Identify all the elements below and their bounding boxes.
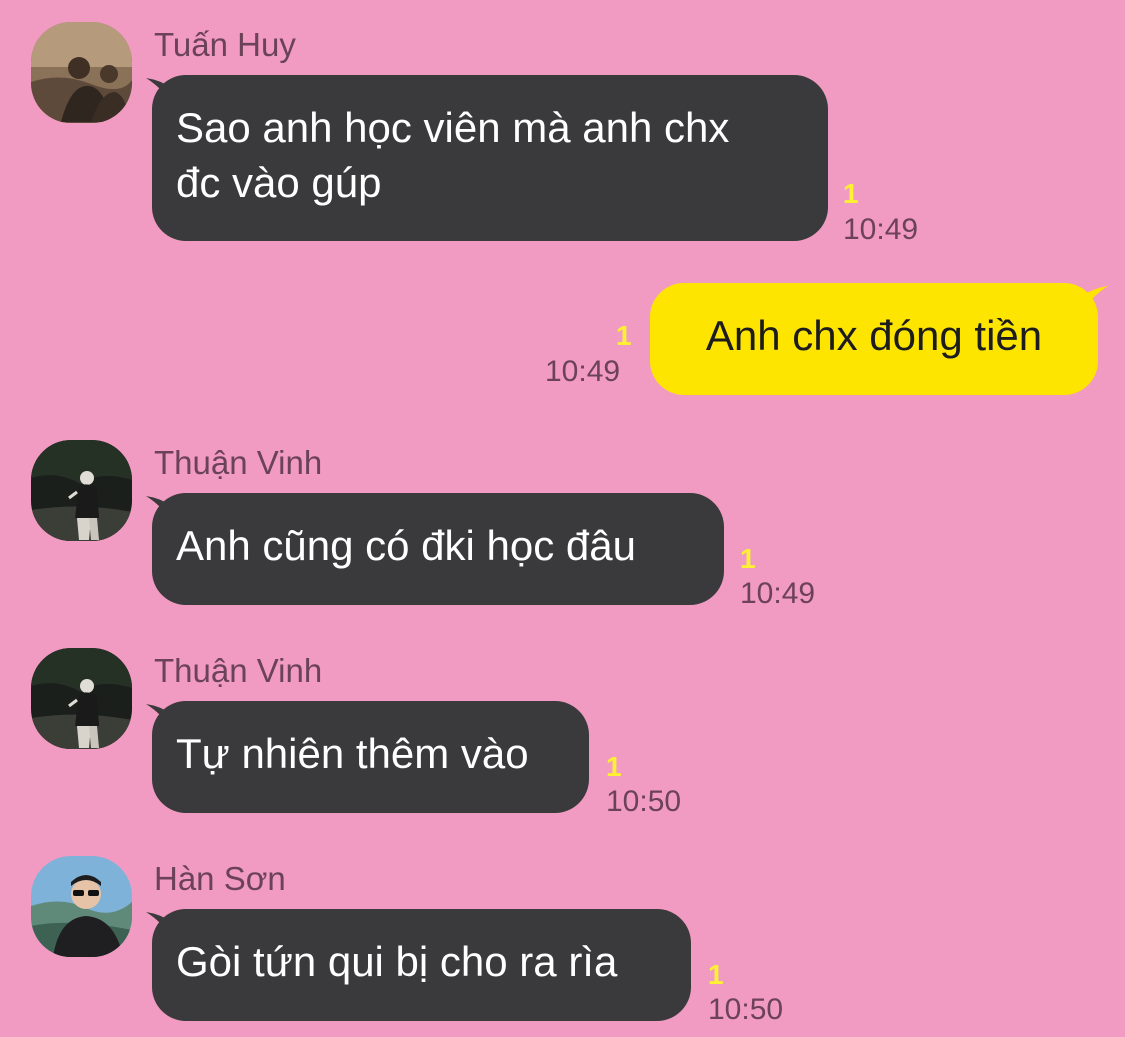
- avatar-icon: [31, 648, 132, 749]
- message-time: 10:49: [740, 577, 816, 610]
- message-time: 10:49: [545, 355, 621, 388]
- my-message-bubble[interactable]: Anh chx đóng tiền: [650, 283, 1098, 395]
- avatar-han-son[interactable]: [31, 856, 132, 957]
- sender-name: Hàn Sơn: [154, 860, 286, 897]
- message-line: Anh cũng có đki học đâu: [176, 522, 636, 569]
- unread-count: 1: [606, 751, 622, 782]
- message-line: Sao anh học viên mà anh chx: [176, 104, 730, 151]
- avatar-thuan-vinh[interactable]: [31, 440, 132, 541]
- sender-name: Thuận Vinh: [154, 652, 323, 689]
- unread-count: 1: [708, 959, 724, 990]
- unread-count: 1: [843, 178, 859, 209]
- sender-name: Thuận Vinh: [154, 444, 323, 481]
- bubble-tail: [1082, 286, 1108, 312]
- message-time: 10:50: [606, 785, 682, 818]
- chat-thread[interactable]: Tuấn Huy Sao anh học viên mà anh chx đc …: [0, 0, 1125, 1037]
- message-bubble[interactable]: Gòi tứn qui bị cho ra rìa: [152, 909, 691, 1021]
- sender-name: Tuấn Huy: [154, 26, 296, 63]
- avatar-tuan-huy[interactable]: [31, 22, 132, 123]
- message-bubble[interactable]: Sao anh học viên mà anh chx đc vào gúp: [152, 75, 828, 241]
- avatar-icon: [31, 856, 132, 957]
- message-time: 10:50: [708, 993, 784, 1026]
- message-line: đc vào gúp: [176, 159, 382, 206]
- avatar-icon: [31, 22, 132, 123]
- message-line: Anh chx đóng tiền: [705, 312, 1043, 359]
- message-bubble[interactable]: Tự nhiên thêm vào: [152, 701, 589, 813]
- message-line: Tự nhiên thêm vào: [176, 730, 529, 777]
- avatar-icon: [31, 440, 132, 541]
- unread-count: 1: [740, 543, 756, 574]
- message-bubble[interactable]: Anh cũng có đki học đâu: [152, 493, 724, 605]
- avatar-thuan-vinh[interactable]: [31, 648, 132, 749]
- message-time: 10:49: [843, 213, 919, 246]
- unread-count: 1: [616, 320, 632, 351]
- message-line: Gòi tứn qui bị cho ra rìa: [176, 938, 618, 985]
